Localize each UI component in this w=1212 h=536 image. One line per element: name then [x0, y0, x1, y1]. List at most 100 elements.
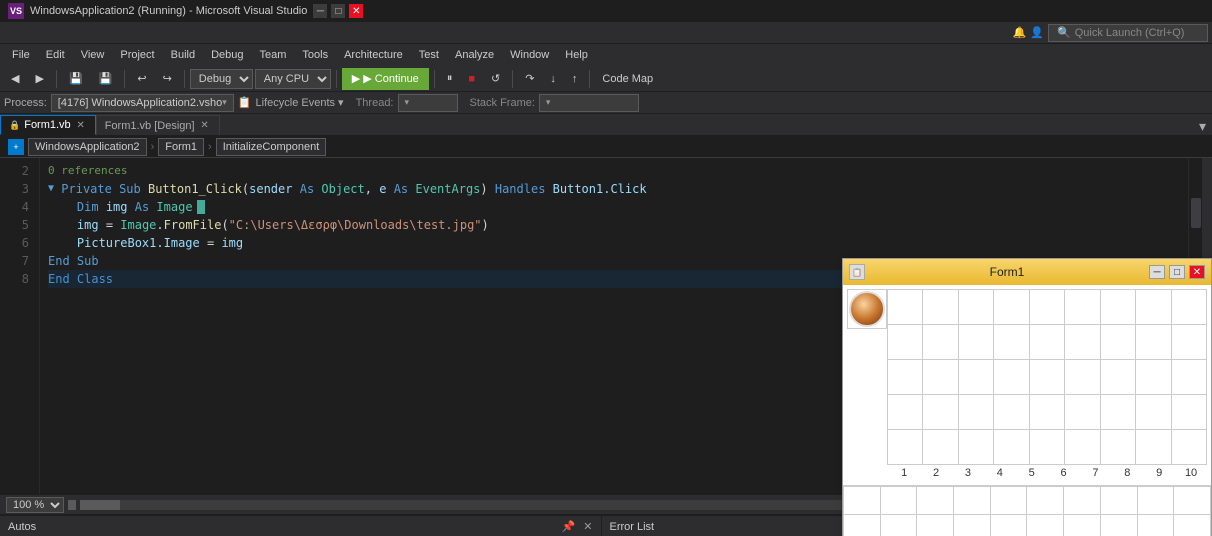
grid-cell[interactable] [1171, 325, 1207, 360]
lifecycle-btn[interactable]: 📋 [238, 96, 252, 109]
bottom-grid-cell[interactable] [1064, 487, 1101, 515]
grid-cell[interactable] [1136, 290, 1171, 325]
step-into-btn[interactable]: ↓ [543, 68, 563, 90]
menu-debug[interactable]: Debug [203, 47, 251, 63]
grid-cell[interactable] [888, 290, 923, 325]
minimize-button[interactable]: ─ [313, 4, 327, 18]
menu-architecture[interactable]: Architecture [336, 47, 411, 63]
grid-cell[interactable] [994, 325, 1029, 360]
panel-close-icon[interactable]: ✕ [583, 520, 592, 533]
tab-form1-vb-close[interactable]: ✕ [75, 119, 87, 131]
close-button[interactable]: ✕ [349, 4, 363, 18]
bottom-grid-cell[interactable] [1064, 515, 1101, 536]
step-over-btn[interactable]: ↷ [518, 68, 541, 90]
dialog-restore-btn[interactable]: □ [1169, 265, 1185, 279]
menu-team[interactable]: Team [252, 47, 295, 63]
grid-cell[interactable] [923, 325, 958, 360]
grid-cell[interactable] [958, 395, 993, 430]
grid-cell[interactable] [923, 360, 958, 395]
bottom-grid-cell[interactable] [880, 515, 917, 536]
grid-cell[interactable] [1171, 395, 1207, 430]
expand-btn[interactable]: + [8, 139, 24, 155]
bottom-grid-cell[interactable] [954, 487, 991, 515]
stackframe-arrow[interactable]: ▾ [546, 97, 551, 108]
grid-cell[interactable] [958, 290, 993, 325]
menu-window[interactable]: Window [502, 47, 557, 63]
grid-cell[interactable] [1100, 290, 1135, 325]
grid-cell[interactable] [1065, 430, 1100, 465]
grid-cell[interactable] [1065, 395, 1100, 430]
bottom-grid-cell[interactable] [880, 487, 917, 515]
grid-cell[interactable] [1136, 325, 1171, 360]
grid-cell[interactable] [1029, 395, 1064, 430]
grid-cell[interactable] [1029, 430, 1064, 465]
menu-help[interactable]: Help [557, 47, 596, 63]
process-value[interactable]: [4176] WindowsApplication2.vsho ▾ [51, 94, 234, 112]
grid-cell[interactable] [1100, 395, 1135, 430]
bottom-grid-cell[interactable] [990, 515, 1027, 536]
grid-cell[interactable] [994, 290, 1029, 325]
debug-config-dropdown[interactable]: Debug [190, 69, 253, 89]
grid-cell[interactable] [1171, 360, 1207, 395]
grid-cell[interactable] [923, 395, 958, 430]
bottom-grid-cell[interactable] [990, 487, 1027, 515]
redo-btn[interactable]: ↪ [156, 68, 179, 90]
zoom-decrease-btn[interactable] [68, 500, 76, 510]
grid-cell[interactable] [1065, 325, 1100, 360]
process-dropdown-arrow[interactable]: ▾ [222, 97, 227, 108]
bottom-grid-cell[interactable] [954, 515, 991, 536]
grid-cell[interactable] [1100, 360, 1135, 395]
bottom-grid-cell[interactable] [917, 487, 954, 515]
bottom-grid-cell[interactable] [1027, 487, 1064, 515]
bottom-grid-cell[interactable] [1174, 515, 1211, 536]
menu-view[interactable]: View [73, 47, 113, 63]
grid-cell[interactable] [1136, 360, 1171, 395]
grid-cell[interactable] [1065, 290, 1100, 325]
grid-cell[interactable] [958, 360, 993, 395]
menu-file[interactable]: File [4, 47, 38, 63]
thread-arrow[interactable]: ▾ [405, 97, 410, 108]
grid-cell[interactable] [1136, 430, 1171, 465]
quick-launch-input[interactable]: 🔍 Quick Launch (Ctrl+Q) [1048, 24, 1208, 42]
breadcrumb-project[interactable]: WindowsApplication2 [28, 138, 147, 156]
code-map-btn[interactable]: Code Map [595, 68, 660, 90]
breadcrumb-class[interactable]: Form1 [158, 138, 204, 156]
grid-cell[interactable] [1029, 290, 1064, 325]
bottom-grid-cell[interactable] [1100, 515, 1137, 536]
thread-dropdown[interactable]: ▾ [398, 94, 458, 112]
grid-cell[interactable] [888, 360, 923, 395]
grid-cell[interactable] [994, 395, 1029, 430]
autos-tab[interactable]: Autos [8, 521, 36, 533]
bottom-grid-cell[interactable] [1100, 487, 1137, 515]
menu-edit[interactable]: Edit [38, 47, 73, 63]
tab-form1-vb[interactable]: 🔒 Form1.vb ✕ [0, 115, 96, 135]
error-list-tab[interactable]: Error List [610, 521, 655, 533]
grid-cell[interactable] [923, 290, 958, 325]
scroll-thumb[interactable] [1191, 198, 1201, 228]
menu-project[interactable]: Project [112, 47, 162, 63]
grid-cell[interactable] [1171, 290, 1207, 325]
bottom-grid-cell[interactable] [917, 515, 954, 536]
grid-cell[interactable] [1100, 430, 1135, 465]
tab-form1-design[interactable]: Form1.vb [Design] ✕ [96, 115, 220, 135]
dialog-minimize-btn[interactable]: ─ [1149, 265, 1165, 279]
menu-test[interactable]: Test [411, 47, 447, 63]
grid-cell[interactable] [994, 360, 1029, 395]
grid-cell[interactable] [994, 430, 1029, 465]
tabs-overflow-btn[interactable]: ▾ [1193, 118, 1212, 135]
grid-cell[interactable] [1171, 430, 1207, 465]
breadcrumb-method[interactable]: InitializeComponent [216, 138, 327, 156]
save-all-btn[interactable]: 💾 [92, 68, 120, 90]
grid-cell[interactable] [1029, 360, 1064, 395]
bottom-grid-cell[interactable] [844, 515, 881, 536]
scrollbar-thumb[interactable] [80, 500, 120, 510]
restart-btn[interactable]: ↺ [484, 68, 507, 90]
bottom-grid-cell[interactable] [844, 487, 881, 515]
restore-button[interactable]: □ [331, 4, 345, 18]
grid-cell[interactable] [888, 395, 923, 430]
menu-tools[interactable]: Tools [294, 47, 336, 63]
bottom-grid-cell[interactable] [1174, 487, 1211, 515]
pause-btn[interactable]: ⏸ [440, 68, 460, 90]
zoom-select[interactable]: 100 % [6, 497, 64, 513]
save-btn[interactable]: 💾 [62, 68, 90, 90]
